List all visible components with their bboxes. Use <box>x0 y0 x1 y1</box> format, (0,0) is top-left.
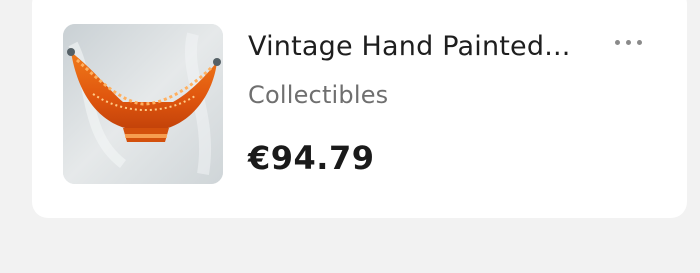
product-photo <box>63 24 223 184</box>
listing-card[interactable]: Vintage Hand Painted... Collectibles €94… <box>32 0 687 218</box>
more-dots-icon <box>614 39 620 45</box>
more-options-button[interactable] <box>608 30 648 54</box>
product-image[interactable] <box>63 24 223 184</box>
listing-title[interactable]: Vintage Hand Painted... <box>248 30 604 64</box>
listing-category: Collectibles <box>248 81 389 109</box>
more-dots-icon <box>625 39 631 45</box>
more-dots-icon <box>636 39 642 45</box>
listing-price: €94.79 <box>248 139 375 177</box>
